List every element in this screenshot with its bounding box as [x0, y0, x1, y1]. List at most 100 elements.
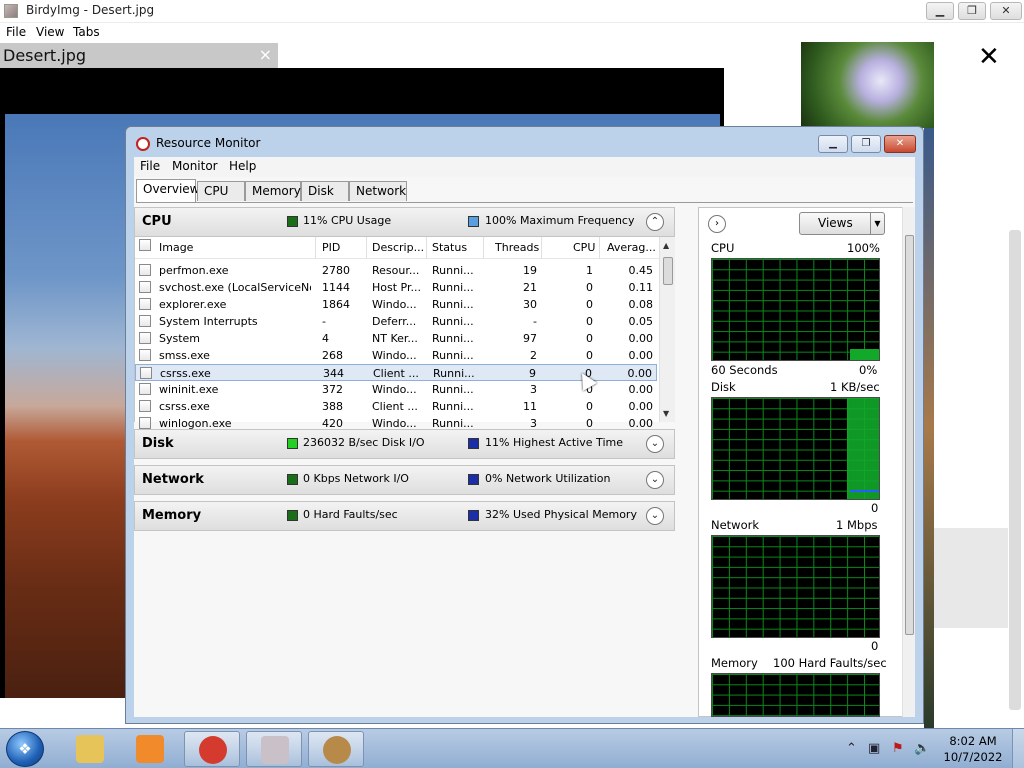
viewer-titlebar: BirdyImg - Desert.jpg ▁ ❐ ✕ [0, 0, 1024, 23]
clock-time: 8:02 AM [949, 734, 997, 748]
viewer-menu-view[interactable]: View [36, 25, 64, 39]
start-button[interactable]: ❖ [6, 731, 44, 767]
taskbar-media-player-button[interactable] [122, 731, 178, 767]
cpu-graph-label: CPU [711, 241, 735, 255]
viewer-menu-file[interactable]: File [6, 25, 26, 39]
process-checkbox[interactable] [139, 281, 151, 293]
birdyimg-icon [261, 736, 289, 764]
disk-graph-label: Disk [711, 380, 736, 394]
process-image: wininit.exe [159, 383, 219, 396]
disk-section-header[interactable]: Disk 236032 B/sec Disk I/O 11% Highest A… [134, 429, 675, 459]
volume-icon[interactable]: 🔈 [914, 741, 930, 756]
tab-overview[interactable]: Overview [136, 179, 200, 202]
cpu-process-row[interactable]: System 4 NT Ker... Runni... 97 0 0.00 [135, 330, 657, 347]
taskbar-resource-monitor-button[interactable] [308, 731, 364, 767]
col-image[interactable]: Image [159, 241, 193, 254]
process-checkbox[interactable] [139, 298, 151, 310]
resmon-minimize-button[interactable]: ▁ [818, 135, 848, 153]
disk-expand-icon[interactable]: ⌄ [646, 435, 664, 453]
process-checkbox[interactable] [139, 264, 151, 276]
process-pid: 1864 [322, 298, 350, 311]
process-threads: 30 [523, 298, 537, 311]
process-average-cpu: 0.00 [628, 400, 654, 413]
cpu-section-header[interactable]: CPU 11% CPU Usage 100% Maximum Frequency… [134, 207, 675, 237]
graphs-scroll-thumb[interactable] [905, 235, 914, 635]
clock-date: 10/7/2022 [943, 750, 1003, 764]
col-average[interactable]: Averag... [607, 241, 656, 254]
graphs-scrollbar[interactable] [902, 207, 915, 717]
cpu-frequency-swatch [468, 216, 479, 227]
resmon-menu-file[interactable]: File [140, 159, 160, 173]
memory-expand-icon[interactable]: ⌄ [646, 507, 664, 525]
select-all-checkbox[interactable] [139, 239, 151, 251]
process-checkbox[interactable] [139, 417, 151, 429]
col-status[interactable]: Status [432, 241, 467, 254]
process-checkbox[interactable] [139, 349, 151, 361]
process-pid: 344 [323, 367, 344, 380]
resmon-app-icon [136, 137, 150, 151]
scroll-up-icon[interactable]: ▲ [663, 241, 669, 250]
taskbar-chrome-button[interactable] [184, 731, 240, 767]
process-status: Runni... [432, 400, 474, 413]
tab-cpu[interactable]: CPU [197, 181, 245, 201]
process-checkbox[interactable] [139, 315, 151, 327]
process-pid: 388 [322, 400, 343, 413]
viewer-maximize-button[interactable]: ❐ [958, 2, 986, 20]
process-status: Runni... [432, 349, 474, 362]
viewer-close-button[interactable]: ✕ [990, 2, 1022, 20]
col-description[interactable]: Descrip... [372, 241, 424, 254]
cpu-process-row[interactable]: csrss.exe 388 Client ... Runni... 11 0 0.00 [135, 398, 657, 415]
resmon-maximize-button[interactable]: ❐ [851, 135, 881, 153]
process-checkbox[interactable] [139, 383, 151, 395]
memory-graph-label: Memory [711, 656, 758, 670]
cpu-process-row[interactable]: perfmon.exe 2780 Resour... Runni... 19 1 0.45 [135, 262, 657, 279]
col-divider [541, 237, 542, 259]
cpu-table-scroll-thumb[interactable] [663, 257, 673, 285]
scroll-down-icon[interactable]: ▼ [663, 409, 669, 418]
network-section-header[interactable]: Network 0 Kbps Network I/O 0% Network Ut… [134, 465, 675, 495]
process-image: csrss.exe [160, 367, 211, 380]
cpu-process-row[interactable]: smss.exe 268 Windo... Runni... 2 0 0.00 [135, 347, 657, 364]
process-checkbox[interactable] [140, 367, 152, 379]
taskbar-birdyimg-button[interactable] [246, 731, 302, 767]
hydrangea-thumbnail[interactable] [801, 42, 934, 128]
resmon-menu-help[interactable]: Help [229, 159, 256, 173]
hard-faults-swatch [287, 510, 298, 521]
network-expand-icon[interactable]: ⌄ [646, 471, 664, 489]
viewer-close-icon[interactable]: ✕ [978, 44, 1000, 70]
cpu-process-row[interactable]: System Interrupts - Deferr... Runni... - 0 0.0… [135, 313, 657, 330]
views-dropdown[interactable]: Views ▼ [799, 212, 885, 235]
process-status: Runni... [432, 315, 474, 328]
tab-disk[interactable]: Disk [301, 181, 349, 201]
viewer-menu-tabs[interactable]: Tabs [73, 25, 100, 39]
tab-network[interactable]: Network [349, 181, 407, 201]
tray-overflow-icon[interactable]: ⌃ [846, 741, 857, 756]
viewer-minimize-button[interactable]: ▁ [926, 2, 954, 20]
cpu-process-row[interactable]: explorer.exe 1864 Windo... Runni... 30 0 0.08 [135, 296, 657, 313]
process-checkbox[interactable] [139, 400, 151, 412]
network-util-swatch [468, 474, 479, 485]
col-pid[interactable]: PID [322, 241, 340, 254]
network-util-text: 0% Network Utilization [485, 472, 611, 485]
col-threads[interactable]: Threads [495, 241, 539, 254]
system-clock[interactable]: 8:02 AM 10/7/2022 [940, 733, 1006, 765]
document-tab[interactable]: Desert.jpg × [0, 43, 278, 68]
disk-io-swatch [287, 438, 298, 449]
resmon-menu-monitor[interactable]: Monitor [172, 159, 218, 173]
viewer-scrollbar[interactable] [1009, 230, 1021, 710]
cpu-process-row[interactable]: svchost.exe (LocalServiceNo... 1144 Host P… [135, 279, 657, 296]
cpu-collapse-icon[interactable]: ⌃ [646, 213, 664, 231]
tab-memory[interactable]: Memory [245, 181, 301, 201]
col-cpu[interactable]: CPU [573, 241, 595, 254]
document-tab-close-icon[interactable]: × [259, 45, 272, 64]
process-pid: 372 [322, 383, 343, 396]
process-checkbox[interactable] [139, 332, 151, 344]
memory-section-header[interactable]: Memory 0 Hard Faults/sec 32% Used Physic… [134, 501, 675, 531]
taskbar-explorer-button[interactable] [62, 731, 118, 767]
resmon-close-button[interactable]: ✕ [884, 135, 916, 153]
show-desktop-button[interactable] [1012, 729, 1024, 768]
graphs-collapse-icon[interactable]: › [708, 215, 726, 233]
network-tray-icon[interactable]: ▣ [868, 741, 880, 756]
cpu-table-scrollbar[interactable]: ▲ ▼ [659, 237, 675, 422]
action-center-flag-icon[interactable]: ⚑ [892, 741, 904, 756]
